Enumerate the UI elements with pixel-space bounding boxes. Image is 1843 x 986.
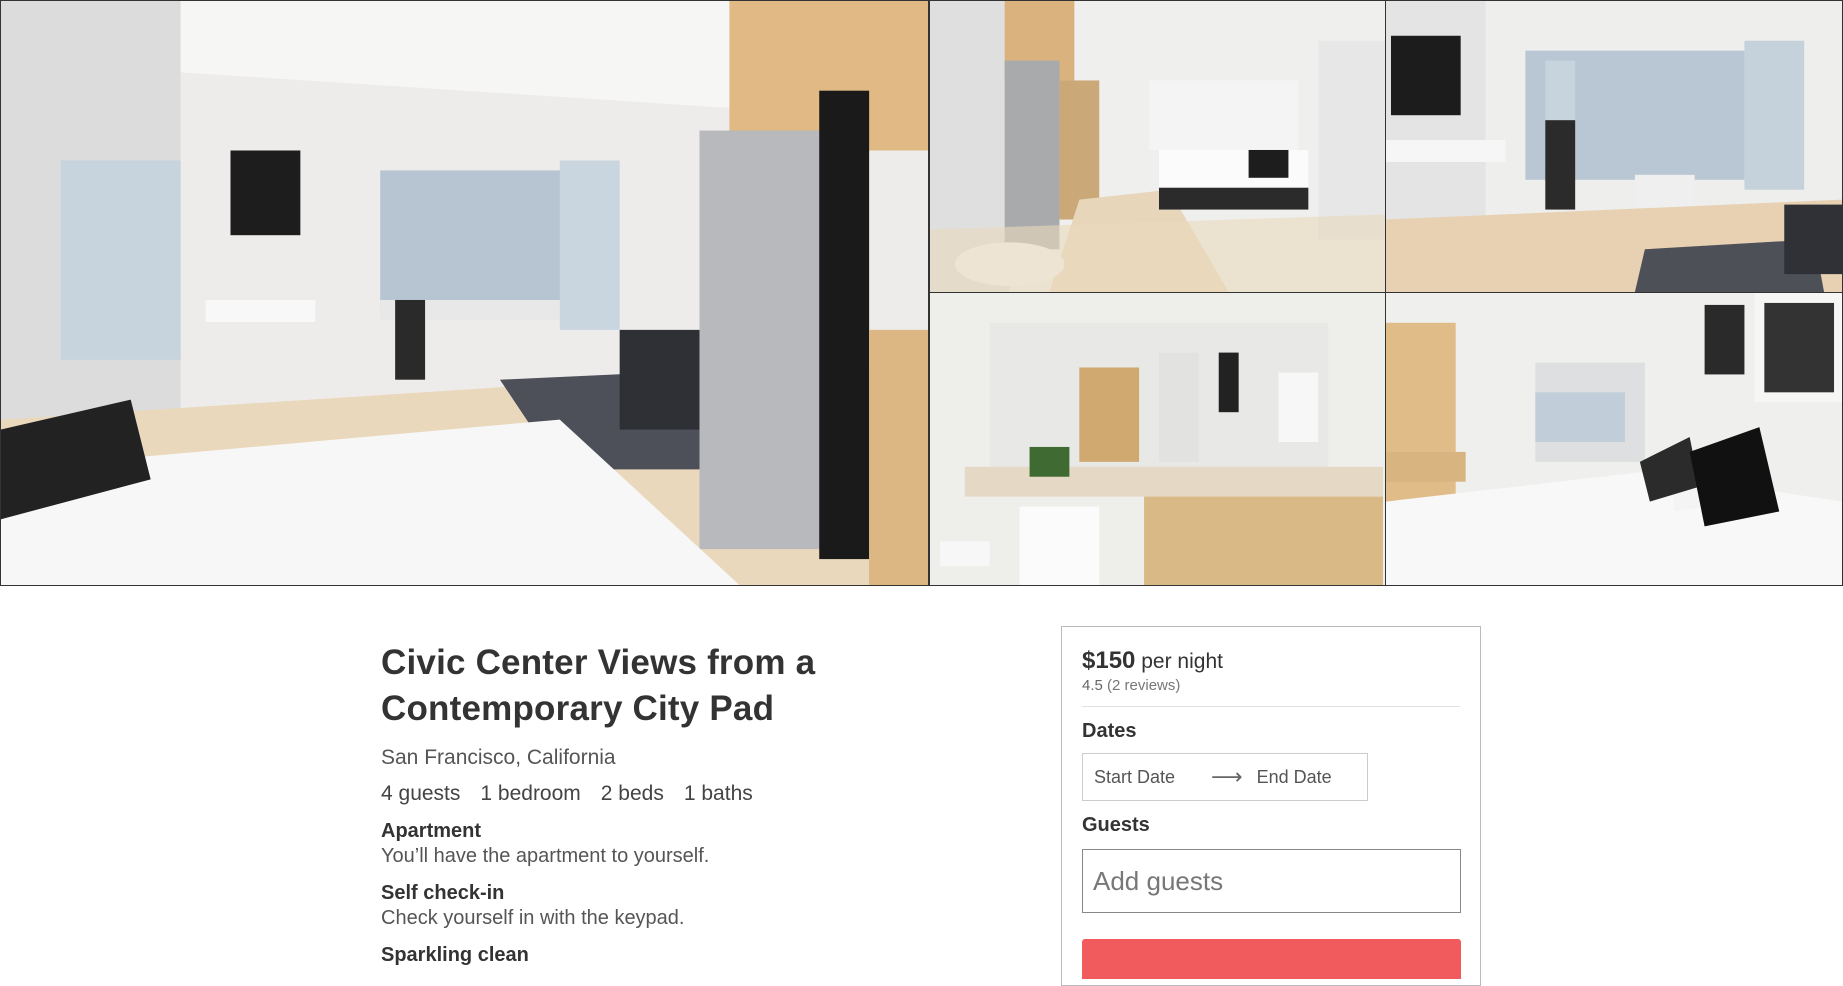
price-unit: per night <box>1141 650 1223 673</box>
guests-label: Guests <box>1082 814 1150 836</box>
price-line: $150 per night <box>1082 647 1460 675</box>
dining-image <box>1386 1 1842 292</box>
listing-title: Civic Center Views from a Contemporary C… <box>381 643 816 728</box>
listing-location: San Francisco, California <box>381 746 616 769</box>
bathroom-image <box>930 293 1385 585</box>
feature-sparkling-clean: Sparkling clean <box>381 944 941 967</box>
reserve-button[interactable] <box>1082 939 1461 979</box>
price-amount: $150 <box>1082 647 1136 674</box>
spec-guests: 4 guests <box>381 782 461 805</box>
guests-input[interactable] <box>1082 849 1461 913</box>
kitchen-image <box>930 1 1385 292</box>
listing-details: Civic Center Views from a Contemporary C… <box>381 640 941 967</box>
date-range-picker[interactable]: Start Date ⟶ End Date <box>1082 753 1368 801</box>
rating: 4.5 (2 reviews) <box>1082 677 1460 694</box>
divider <box>1082 706 1460 707</box>
gallery-photo-main[interactable] <box>0 0 929 586</box>
feature-apartment: Apartment You’ll have the apartment to y… <box>381 820 941 868</box>
spec-bedrooms: 1 bedroom <box>480 782 581 805</box>
gallery-photo-bathroom[interactable] <box>929 292 1386 586</box>
listing-specs: 4 guests 1 bedroom 2 beds 1 baths <box>381 782 941 806</box>
feature-desc: Check yourself in with the keypad. <box>381 907 685 929</box>
photo-gallery <box>0 0 1843 586</box>
arrow-right-icon: ⟶ <box>1211 764 1243 789</box>
gallery-photo-bedroom[interactable] <box>1385 292 1843 586</box>
feature-self-check-in: Self check-in Check yourself in with the… <box>381 882 941 930</box>
spec-baths: 1 baths <box>683 782 753 805</box>
bedroom-image <box>1386 293 1842 585</box>
dates-label: Dates <box>1082 720 1137 742</box>
review-count[interactable]: (2 reviews) <box>1107 677 1180 694</box>
feature-desc: You’ll have the apartment to yourself. <box>381 845 710 867</box>
end-date-field[interactable]: End Date <box>1257 767 1332 788</box>
gallery-photo-dining[interactable] <box>1385 0 1843 293</box>
spec-beds: 2 beds <box>600 782 664 805</box>
booking-card: $150 per night 4.5 (2 reviews) Dates Sta… <box>1061 626 1481 986</box>
feature-title: Sparkling clean <box>381 944 529 966</box>
living-room-image <box>1 1 928 585</box>
feature-title: Self check-in <box>381 882 505 904</box>
start-date-field[interactable]: Start Date <box>1094 767 1175 788</box>
feature-title: Apartment <box>381 820 482 842</box>
gallery-photo-kitchen[interactable] <box>929 0 1386 293</box>
rating-value: 4.5 <box>1082 677 1103 694</box>
